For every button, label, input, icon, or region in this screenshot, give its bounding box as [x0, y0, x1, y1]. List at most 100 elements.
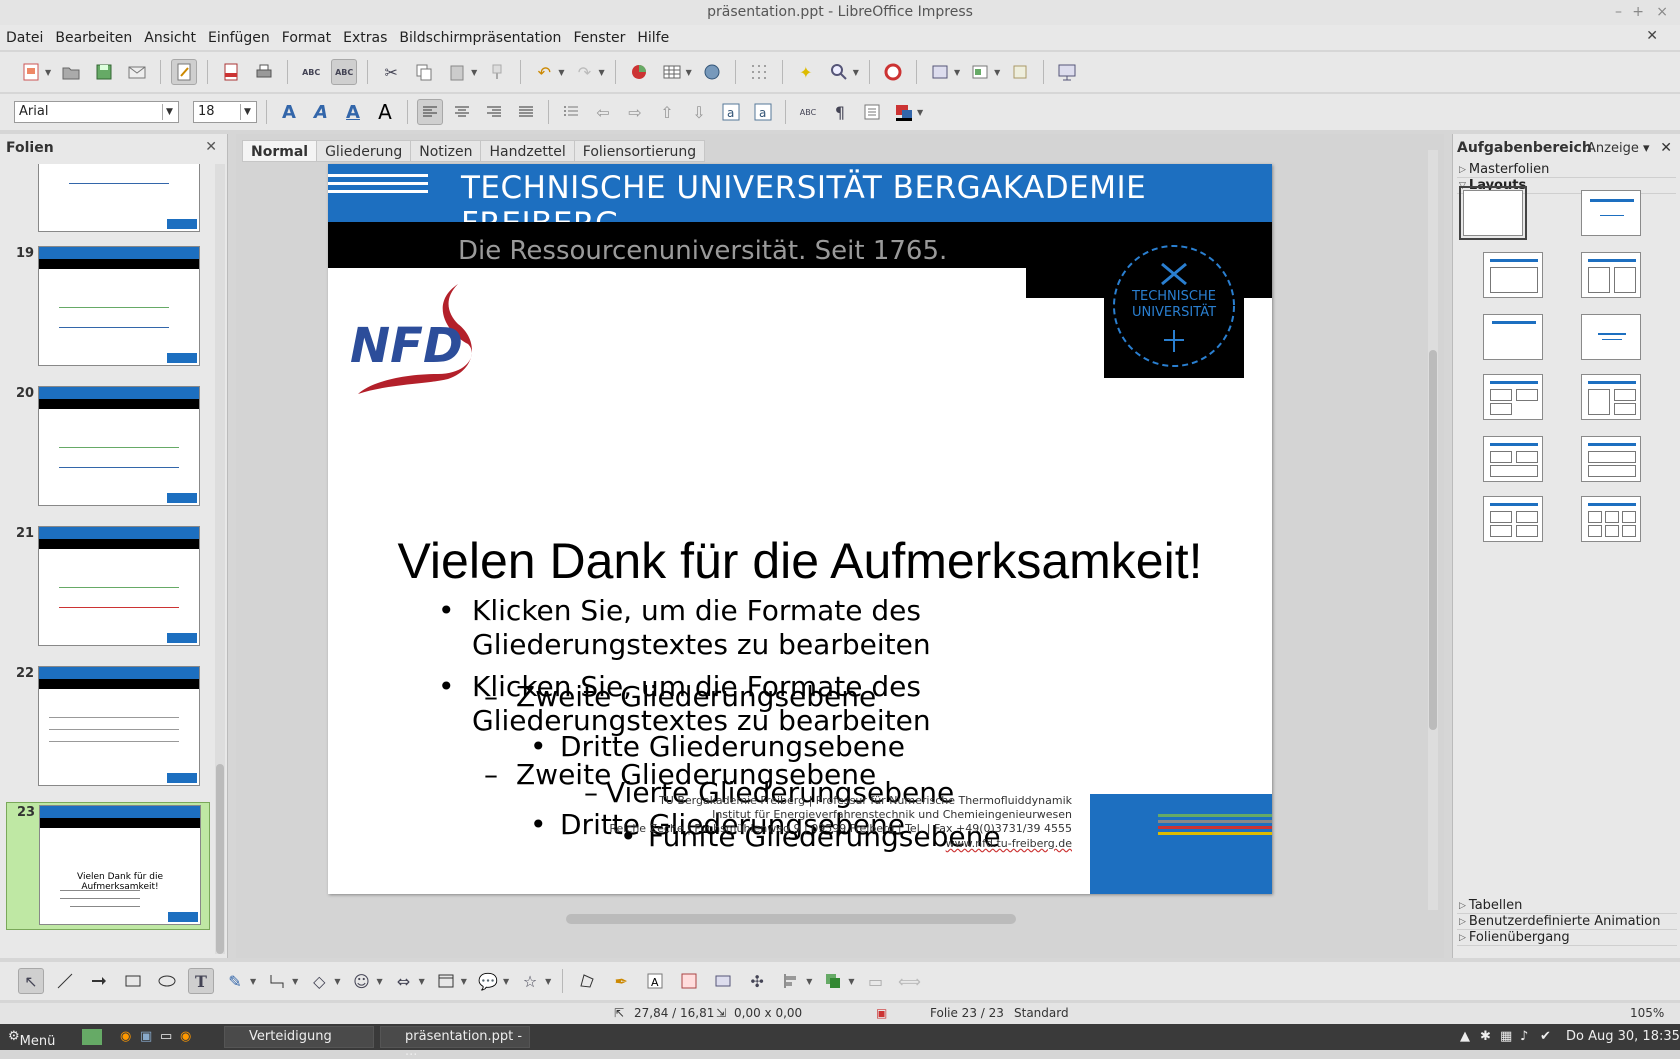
layout-blank[interactable] — [1459, 186, 1527, 240]
save-icon[interactable] — [91, 59, 117, 85]
outline-text-1b[interactable]: Gliederungstextes zu bearbeiten — [472, 628, 931, 662]
export-pdf-icon[interactable] — [218, 59, 244, 85]
new-document-icon[interactable] — [18, 59, 44, 85]
fontwork-icon[interactable]: A — [642, 968, 668, 994]
chevron-down-icon[interactable]: ▼ — [848, 977, 854, 986]
text-tool-icon[interactable]: T — [188, 968, 214, 994]
close-window-icon[interactable]: × — [1656, 0, 1668, 25]
select-arrow-icon[interactable]: ↖ — [18, 968, 44, 994]
align-left-icon[interactable] — [417, 99, 443, 125]
start-menu-button[interactable]: ⚙ Menü — [8, 1029, 55, 1049]
help-icon[interactable] — [880, 59, 906, 85]
chevron-down-icon[interactable]: ▼ — [162, 104, 176, 120]
auto-spellcheck-icon[interactable]: ABC — [331, 59, 358, 85]
align-center-icon[interactable] — [449, 99, 475, 125]
bluetooth-icon[interactable]: ✱ — [1480, 1029, 1491, 1044]
slide-title[interactable]: Vielen Dank für die Aufmerksamkeit! — [328, 532, 1272, 590]
spellcheck-icon[interactable]: ABC — [298, 59, 324, 85]
basic-shapes-icon[interactable]: ◇ — [306, 968, 332, 994]
tab-gliederung[interactable]: Gliederung — [316, 140, 412, 162]
chevron-down-icon[interactable]: ▼ — [686, 68, 692, 77]
cut-icon[interactable]: ✂ — [378, 59, 404, 85]
chart-icon[interactable] — [626, 59, 652, 85]
redo-icon[interactable]: ↷ — [571, 59, 597, 85]
insert-video-icon[interactable] — [710, 968, 736, 994]
security-icon[interactable]: ✔ — [1540, 1029, 1551, 1044]
connector-icon[interactable] — [264, 968, 290, 994]
menu-hilfe[interactable]: Hilfe — [637, 30, 669, 46]
arrow-down-icon[interactable]: ⇩ — [686, 99, 712, 125]
slide-design-icon[interactable] — [1007, 59, 1033, 85]
shadow-icon[interactable]: ▭ — [863, 968, 889, 994]
tab-handzettel[interactable]: Handzettel — [480, 140, 575, 162]
network-icon[interactable]: ▦ — [1500, 1029, 1512, 1044]
layout-title-only-top[interactable] — [1483, 314, 1543, 360]
paste-icon[interactable] — [444, 59, 470, 85]
star-icon[interactable]: ✦ — [793, 59, 819, 85]
paragraph-icon[interactable]: ¶ — [827, 99, 853, 125]
app-launcher-icon[interactable]: ▣ — [140, 1029, 152, 1044]
glue-points-icon[interactable]: ✒ — [608, 968, 634, 994]
layout-title-content-over[interactable] — [1581, 436, 1641, 482]
chevron-down-icon[interactable]: ▼ — [250, 977, 256, 986]
close-pane-icon[interactable]: ✕ — [205, 139, 217, 155]
section-tabellen[interactable]: ▷ Tabellen — [1457, 898, 1677, 914]
chevron-down-icon[interactable]: ▼ — [240, 104, 254, 120]
chevron-down-icon[interactable]: ▼ — [598, 68, 604, 77]
slide-thumbnail-23[interactable]: 23 Vielen Dank für die Aufmerksamkeit! — [6, 802, 210, 930]
chevron-down-icon[interactable]: ▼ — [471, 68, 477, 77]
rectangle-icon[interactable] — [120, 968, 146, 994]
font-size-box[interactable]: 18 ▼ — [193, 101, 257, 123]
arrow-up-icon[interactable]: ⇧ — [654, 99, 680, 125]
zoom-level[interactable]: 105% — [1630, 1006, 1664, 1020]
symbol-shapes-icon[interactable]: ☺ — [348, 968, 374, 994]
callouts-icon[interactable]: 💬 — [475, 968, 501, 994]
menu-bearbeiten[interactable]: Bearbeiten — [55, 30, 132, 46]
task-verteidigung[interactable]: Verteidigung — [224, 1026, 374, 1048]
horizontal-scrollbar[interactable] — [566, 914, 1016, 924]
flowchart-icon[interactable] — [433, 968, 459, 994]
tray-up-icon[interactable]: ▲ — [1460, 1029, 1470, 1044]
extrusion-icon[interactable]: ✣ — [744, 968, 770, 994]
bullets-numbering-icon[interactable] — [859, 99, 885, 125]
increase-font-icon[interactable]: a — [718, 99, 744, 125]
menu-ansicht[interactable]: Ansicht — [144, 30, 196, 46]
vertical-scrollbar[interactable] — [1428, 150, 1438, 910]
open-folder-icon[interactable] — [58, 59, 84, 85]
slide-thumbnail-19[interactable]: 19 — [6, 244, 210, 372]
tab-foliensortierung[interactable]: Foliensortierung — [573, 140, 706, 162]
clone-formatting-icon[interactable] — [484, 59, 510, 85]
slide-thumbnail-20[interactable]: 20 — [6, 384, 210, 512]
outline-font-icon[interactable]: A — [276, 99, 302, 125]
scrollbar-thumb[interactable] — [1429, 350, 1437, 730]
volume-icon[interactable]: ♪ — [1520, 1029, 1528, 1044]
layout-title-2-content-content[interactable] — [1483, 374, 1543, 420]
chevron-down-icon[interactable]: ▼ — [503, 977, 509, 986]
terminal-launcher-icon[interactable]: ▭ — [160, 1029, 172, 1044]
chevron-down-icon[interactable]: ▼ — [461, 977, 467, 986]
files-launcher-icon[interactable] — [82, 1029, 102, 1045]
freeform-icon[interactable]: ✎ — [222, 968, 248, 994]
browser-launcher-icon[interactable]: ◉ — [120, 1029, 131, 1044]
copy-icon[interactable] — [411, 59, 437, 85]
chevron-down-icon[interactable]: ▼ — [292, 977, 298, 986]
image-icon[interactable] — [699, 59, 725, 85]
menu-format[interactable]: Format — [282, 30, 331, 46]
print-icon[interactable] — [251, 59, 277, 85]
slide-thumbnail-18[interactable] — [6, 164, 210, 238]
stars-icon[interactable]: ☆ — [517, 968, 543, 994]
area-style-icon[interactable] — [891, 99, 917, 125]
scrollbar-thumb[interactable] — [216, 764, 224, 954]
section-masterfolien[interactable]: ▷ Masterfolien — [1457, 162, 1676, 178]
decrease-font-icon[interactable]: a — [750, 99, 776, 125]
line-icon[interactable] — [52, 968, 78, 994]
layout-title-4-content[interactable] — [1483, 496, 1543, 542]
bullets-icon[interactable] — [558, 99, 584, 125]
tab-normal[interactable]: Normal — [242, 140, 318, 162]
insert-image-icon[interactable] — [676, 968, 702, 994]
block-arrows-icon[interactable]: ⇔ — [391, 968, 417, 994]
chevron-down-icon[interactable]: ▼ — [45, 68, 51, 77]
document-modified-icon[interactable]: ▣ — [876, 1006, 887, 1020]
edit-mode-icon[interactable] — [171, 59, 198, 85]
font-name-box[interactable]: Arial ▼ — [14, 101, 179, 123]
